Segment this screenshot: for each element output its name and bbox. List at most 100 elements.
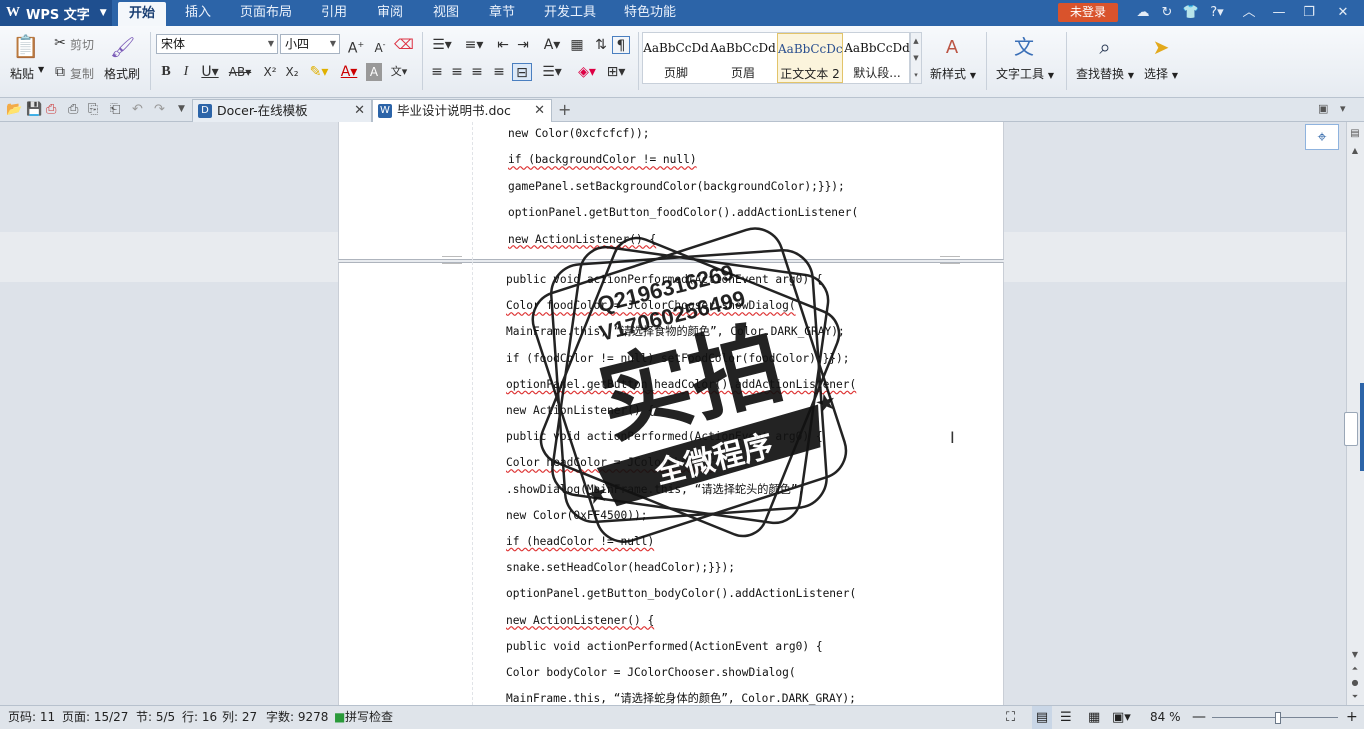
browse-object-icon[interactable]: ●	[1348, 678, 1362, 687]
close-icon[interactable]: ✕	[1334, 4, 1352, 22]
status-word-count[interactable]: 字数: 9278	[266, 706, 328, 729]
restore-icon[interactable]: ❐	[1300, 4, 1318, 22]
export-pdf-icon[interactable]: ⎙	[46, 102, 56, 117]
font-color-icon[interactable]: A▾	[336, 63, 362, 81]
sync-icon[interactable]: ↻	[1158, 4, 1176, 22]
font-size-combo[interactable]: 小四 ▼	[280, 34, 340, 54]
find-replace-button[interactable]: 查找替换 ▼	[1076, 65, 1134, 82]
align-center-icon[interactable]: ≡	[448, 63, 466, 81]
bold-icon[interactable]: B	[158, 63, 174, 81]
login-button[interactable]: 未登录	[1058, 3, 1118, 22]
italic-icon[interactable]: I	[178, 63, 194, 81]
new-style-icon[interactable]: A	[938, 36, 966, 60]
zoom-out-icon[interactable]: —	[1192, 706, 1206, 729]
app-menu-button[interactable]: W WPS 文字 ▼	[0, 0, 112, 26]
customize-toolbar-icon[interactable]: ▼	[178, 104, 185, 114]
text-tools-icon[interactable]: 文	[1010, 34, 1038, 60]
close-tab-icon[interactable]: ✕	[354, 100, 365, 122]
tab-list-icon[interactable]: ▣	[1318, 102, 1328, 115]
scroll-up-icon[interactable]: ▲	[1348, 146, 1362, 155]
paste-button[interactable]: 粘贴	[10, 65, 34, 82]
superscript-icon[interactable]: X²	[260, 63, 280, 81]
collapse-ribbon-icon[interactable]: ︿	[1240, 4, 1258, 22]
location-pin-icon[interactable]: ⌖	[1305, 124, 1339, 150]
chinese-layout-icon[interactable]: A▾	[538, 36, 566, 54]
style-default-paragraph[interactable]: AaBbCcDd 默认段...	[844, 33, 910, 83]
save-icon[interactable]: 💾	[26, 102, 42, 117]
format-painter-button[interactable]: 格式刷	[104, 65, 140, 82]
show-marks-icon[interactable]: ¶	[612, 36, 630, 54]
reading-view-icon[interactable]: ▣▾	[1112, 706, 1131, 729]
page-view-icon[interactable]: ▤	[1032, 706, 1052, 729]
undo-icon[interactable]: ↶	[132, 102, 143, 117]
redo-icon[interactable]: ↷	[154, 102, 165, 117]
web-view-icon[interactable]: ▦	[1088, 706, 1100, 729]
clear-format-icon[interactable]: ⌫	[394, 36, 414, 54]
grow-font-icon[interactable]: A+	[346, 36, 366, 57]
minimize-icon[interactable]: —	[1270, 4, 1288, 22]
increase-indent-icon[interactable]: ⇥	[514, 36, 532, 54]
scrollbar-thumb[interactable]	[1344, 412, 1358, 446]
chevron-down-icon[interactable]: ▼	[38, 65, 44, 74]
menu-tab-view[interactable]: 视图	[422, 0, 470, 26]
outline-view-icon[interactable]: ☰	[1060, 706, 1072, 729]
menu-tab-chapter[interactable]: 章节	[478, 0, 526, 26]
print-icon[interactable]: ⎙	[68, 102, 78, 117]
print-preview-icon[interactable]: ⎘	[88, 102, 98, 117]
binoculars-icon[interactable]: ⌕	[1092, 34, 1118, 60]
zoom-slider-thumb[interactable]	[1275, 712, 1282, 724]
tab-menu-icon[interactable]: ▾	[1340, 102, 1346, 115]
style-header[interactable]: AaBbCcDd 页眉	[710, 33, 776, 83]
preview-icon[interactable]: ⎗	[110, 102, 120, 117]
close-tab-icon[interactable]: ✕	[534, 100, 545, 122]
menu-tab-insert[interactable]: 插入	[174, 0, 222, 26]
copy-icon[interactable]: ⧉	[52, 63, 68, 81]
shrink-font-icon[interactable]: A-	[370, 36, 390, 55]
scissors-icon[interactable]: ✂	[52, 34, 68, 52]
style-gallery-scroll[interactable]: ▲ ▼ ▾	[910, 32, 922, 84]
paste-icon[interactable]: 📋	[12, 34, 40, 62]
menu-tab-developer[interactable]: 开发工具	[538, 0, 602, 26]
line-spacing-icon[interactable]: ☰▾	[538, 63, 566, 81]
style-footer[interactable]: AaBbCcDd 页脚	[643, 33, 709, 83]
table-icon[interactable]: ▦	[568, 36, 586, 54]
font-name-combo[interactable]: 宋体 ▼	[156, 34, 278, 54]
subscript-icon[interactable]: X₂	[282, 63, 302, 81]
text-tools-button[interactable]: 文字工具 ▼	[996, 65, 1054, 82]
justify-icon[interactable]: ≡	[490, 63, 508, 81]
scroll-down-icon[interactable]: ▼	[1348, 650, 1362, 659]
tab-thesis-doc[interactable]: W 毕业设计说明书.doc ✕	[372, 99, 552, 122]
fullscreen-icon[interactable]: ⛶	[1006, 706, 1015, 729]
menu-tab-layout[interactable]: 页面布局	[234, 0, 298, 26]
tab-docer-templates[interactable]: D Docer-在线模板 ✕	[192, 99, 372, 122]
decrease-indent-icon[interactable]: ⇤	[494, 36, 512, 54]
copy-button[interactable]: 复制	[70, 65, 94, 82]
status-page-code[interactable]: 页码: 11	[8, 706, 55, 729]
cursor-icon[interactable]: ➤	[1150, 34, 1172, 60]
phonetic-icon[interactable]: 文▾	[386, 63, 412, 81]
side-panel-icon[interactable]: ▤	[1348, 128, 1362, 139]
menu-tab-features[interactable]: 特色功能	[618, 0, 682, 26]
underline-icon[interactable]: U▾	[198, 63, 222, 81]
numbered-list-icon[interactable]: ≡▾	[460, 36, 488, 54]
new-tab-icon[interactable]: +	[558, 100, 571, 119]
select-button[interactable]: 选择 ▼	[1144, 65, 1178, 82]
open-icon[interactable]: 📂	[6, 102, 22, 117]
border-icon[interactable]: ⊞▾	[604, 63, 628, 81]
menu-tab-references[interactable]: 引用	[310, 0, 358, 26]
new-style-button[interactable]: 新样式 ▼	[930, 65, 976, 82]
prev-page-icon[interactable]: ⏶	[1348, 664, 1362, 674]
align-left-icon[interactable]: ≡	[428, 63, 446, 81]
skin-icon[interactable]: 👕	[1182, 4, 1200, 22]
zoom-in-icon[interactable]: +	[1346, 706, 1358, 729]
next-page-icon[interactable]: ⏷	[1348, 692, 1362, 702]
strikethrough-icon[interactable]: AB▾	[226, 63, 254, 81]
status-section[interactable]: 节: 5/5	[136, 706, 175, 729]
cloud-icon[interactable]: ☁	[1134, 4, 1152, 22]
highlight-icon[interactable]: ✎▾	[306, 63, 332, 81]
bullet-list-icon[interactable]: ☰▾	[428, 36, 456, 54]
align-right-icon[interactable]: ≡	[468, 63, 486, 81]
cut-button[interactable]: 剪切	[70, 36, 94, 53]
status-page[interactable]: 页面: 15/27	[62, 706, 128, 729]
distribute-icon[interactable]: ⊟	[512, 63, 532, 81]
